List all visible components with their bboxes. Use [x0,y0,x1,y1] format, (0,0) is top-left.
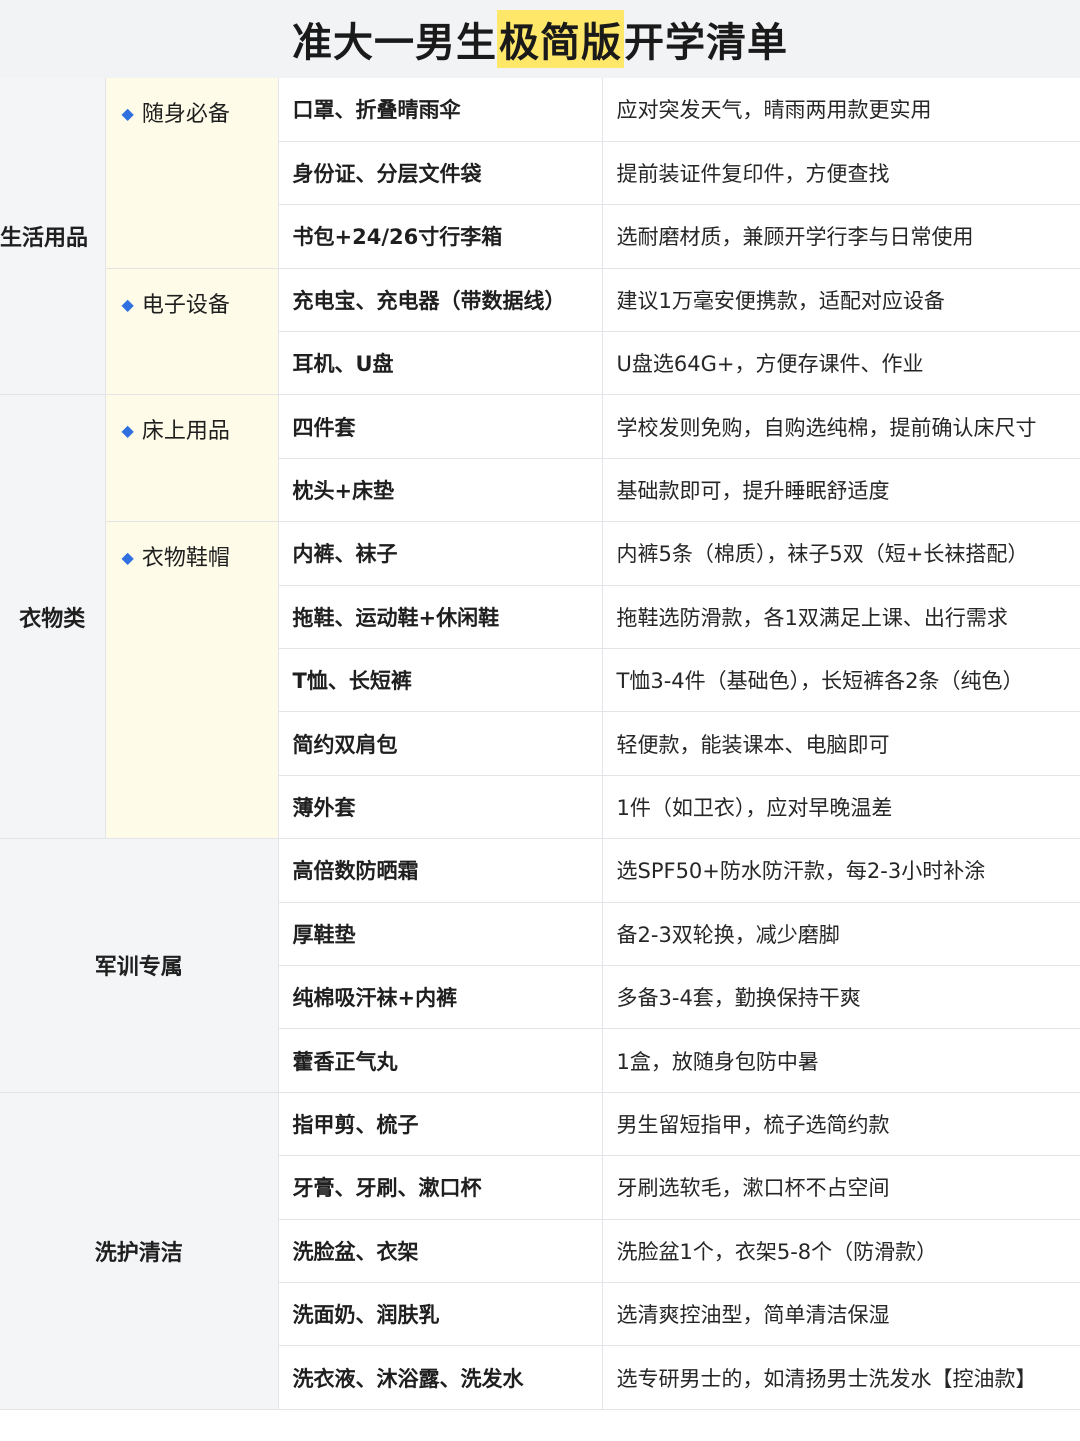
item-note: 建议1万毫安便携款，适配对应设备 [602,268,1080,333]
item-name: 薄外套 [277,775,603,840]
item-note: 学校发则免购，自购选纯棉，提前确认床尺寸 [602,394,1080,459]
item-note: 内裤5条（棉质），袜子5双（短+长袜搭配） [602,521,1080,586]
table-row: 生活用品 ◆ 随身必备 口罩、折叠晴雨伞 应对突发天气，晴雨两用款更实用 [0,78,1080,396]
diamond-icon: ◆ [121,104,134,123]
category-clothes: 衣物类 [0,394,105,840]
item-name: 高倍数防晒霜 [277,838,603,903]
item-name: T恤、长短裤 [277,648,603,713]
item-name: 耳机、U盘 [277,331,603,396]
item-note: 男生留短指甲，梳子选简约款 [602,1092,1080,1157]
item-name: 内裤、袜子 [277,521,603,586]
subcategory-label: 床上用品 [141,419,230,445]
table-row: 衣物类 ◆ 床上用品 四件套 学校发则免购，自购选纯棉，提前确认床尺寸 [0,394,1080,840]
item-name: 简约双肩包 [277,711,603,776]
subcategory-wear: ◆ 衣物鞋帽 [104,521,278,840]
subcategory-carry: ◆ 随身必备 [104,78,278,269]
item-note: T恤3-4件（基础色），长短裤各2条（纯色） [602,648,1080,713]
diamond-icon: ◆ [121,421,134,441]
category-military: 军训专属 [0,838,278,1093]
item-note: 多备3-4套，勤换保持干爽 [602,965,1080,1030]
subcategory-bed: ◆ 床上用品 [104,394,278,523]
item-name: 纯棉吸汗袜+内裤 [277,965,603,1030]
page-title: 准大一男生 极简版 开学清单 [0,0,1080,78]
checklist-table: 生活用品 ◆ 随身必备 口罩、折叠晴雨伞 应对突发天气，晴雨两用款更实用 身份证、… [0,78,1080,1410]
category-wash: 洗护清洁 [0,1092,278,1410]
table-row: 军训专属 高倍数防晒霜 选SPF50+防水防汗款，每2-3小时补涂 [0,838,1080,1093]
item-name: 洗衣液、沐浴露、洗发水 [277,1345,603,1410]
item-note: 选耐磨材质，兼顾开学行李与日常使用 [602,204,1080,269]
item-name: 身份证、分层文件袋 [277,141,603,206]
item-name: 枕头+床垫 [277,458,603,523]
item-name: 指甲剪、梳子 [277,1092,603,1157]
diamond-icon: ◆ [121,548,134,568]
item-name: 充电宝、充电器（带数据线） [277,268,603,333]
item-name: 洗脸盆、衣架 [277,1219,603,1283]
table-row: 洗护清洁 指甲剪、梳子 男生留短指甲，梳子选简约款 [0,1092,1080,1410]
item-name: 拖鞋、运动鞋+休闲鞋 [277,585,603,650]
subcategory-label: 随身必备 [141,102,230,127]
item-note: 备2-3双轮换，减少磨脚 [602,902,1080,966]
item-note: 轻便款，能装课本、电脑即可 [602,711,1080,776]
subcategory-label: 衣物鞋帽 [141,546,230,572]
title-after: 开学清单 [624,20,788,66]
diamond-icon: ◆ [121,294,134,314]
item-note: 选SPF50+防水防汗款，每2-3小时补涂 [602,838,1080,903]
item-note: 应对突发天气，晴雨两用款更实用 [602,78,1080,142]
item-name: 口罩、折叠晴雨伞 [277,78,603,142]
title-before: 准大一男生 [292,20,497,66]
table-row: ◆ 电子设备 充电宝、充电器（带数据线） 建议1万毫安便携款，适配对应设备 [0,268,1080,396]
item-name: 书包+24/26寸行李箱 [277,204,603,269]
item-note: 选清爽控油型，简单清洁保湿 [602,1282,1080,1347]
item-note: 选专研男士的，如清扬男士洗发水【控油款】 [602,1345,1080,1410]
subcategory-label: 电子设备 [141,292,230,318]
item-note: 1盒，放随身包防中暑 [602,1028,1080,1093]
subcategory-elec: ◆ 电子设备 [104,268,278,396]
title-highlight: 极简版 [497,10,624,68]
item-name: 藿香正气丸 [277,1028,603,1093]
item-name: 洗面奶、润肤乳 [277,1282,603,1347]
item-note: 拖鞋选防滑款，各1双满足上课、出行需求 [602,585,1080,650]
item-note: 洗脸盆1个，衣架5-8个（防滑款） [602,1219,1080,1283]
item-name: 厚鞋垫 [277,902,603,966]
item-name: 牙膏、牙刷、漱口杯 [277,1155,603,1220]
item-note: 牙刷选软毛，漱口杯不占空间 [602,1155,1080,1220]
item-note: 提前装证件复印件，方便查找 [602,141,1080,206]
table-row: ◆ 衣物鞋帽 内裤、袜子 内裤5条（棉质），袜子5双（短+长袜搭配） [0,521,1080,840]
item-name: 四件套 [277,394,603,459]
item-note: 1件（如卫衣），应对早晚温差 [602,775,1080,840]
item-note: 基础款即可，提升睡眠舒适度 [602,458,1080,523]
item-note: U盘选64G+，方便存课件、作业 [602,331,1080,396]
category-life: 生活用品 [0,78,105,396]
